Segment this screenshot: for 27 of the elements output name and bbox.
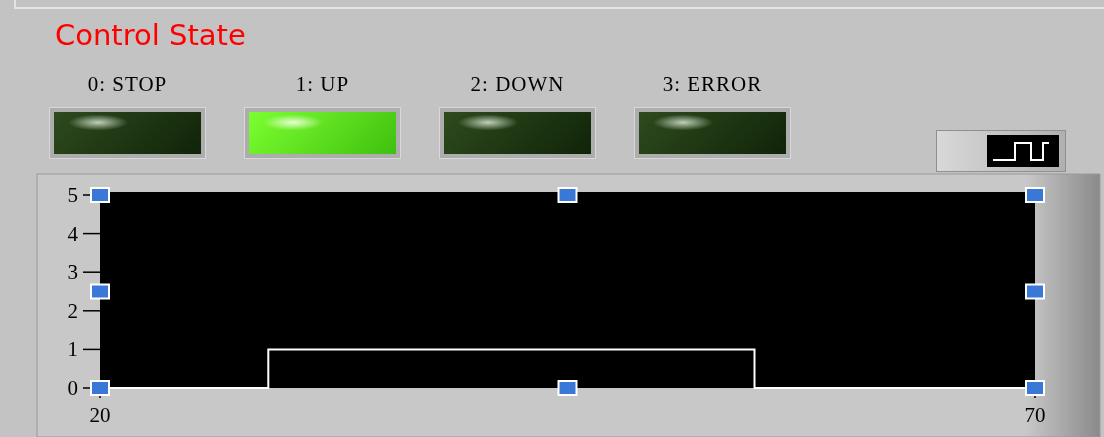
y-tick-label: 5 [67,183,78,207]
y-axis-tick-label: 4 [67,221,101,246]
resize-handle[interactable] [1025,283,1045,300]
x-tick-label: 20 [89,403,111,427]
square-wave-icon [987,135,1059,167]
y-axis-tick-label: 1 [67,337,101,362]
y-axis-tick-label: 2 [67,298,101,323]
panel-title: Control State [55,17,247,54]
indicator-label: 2: DOWN [470,71,565,99]
resize-handle[interactable] [1025,380,1045,396]
resize-handle[interactable] [90,283,110,300]
plot-legend[interactable] [936,130,1066,172]
indicator-label: 0: STOP [87,71,168,99]
resize-handle[interactable] [557,380,578,396]
y-axis-tick-label: 3 [67,260,101,285]
y-tick-label: 0 [67,376,78,400]
resize-handle[interactable] [1025,187,1045,203]
resize-handle[interactable] [557,187,578,203]
y-tick-label: 1 [67,337,78,362]
indicator-label: 3: ERROR [662,71,763,99]
y-tick-label: 4 [67,221,79,246]
indicator-label: 1: UP [295,71,350,99]
y-tick-label: 3 [67,260,78,285]
x-tick-label: 70 [1024,403,1046,427]
y-tick-label: 2 [67,298,78,323]
resize-handle[interactable] [90,187,110,203]
resize-handle[interactable] [90,380,110,396]
